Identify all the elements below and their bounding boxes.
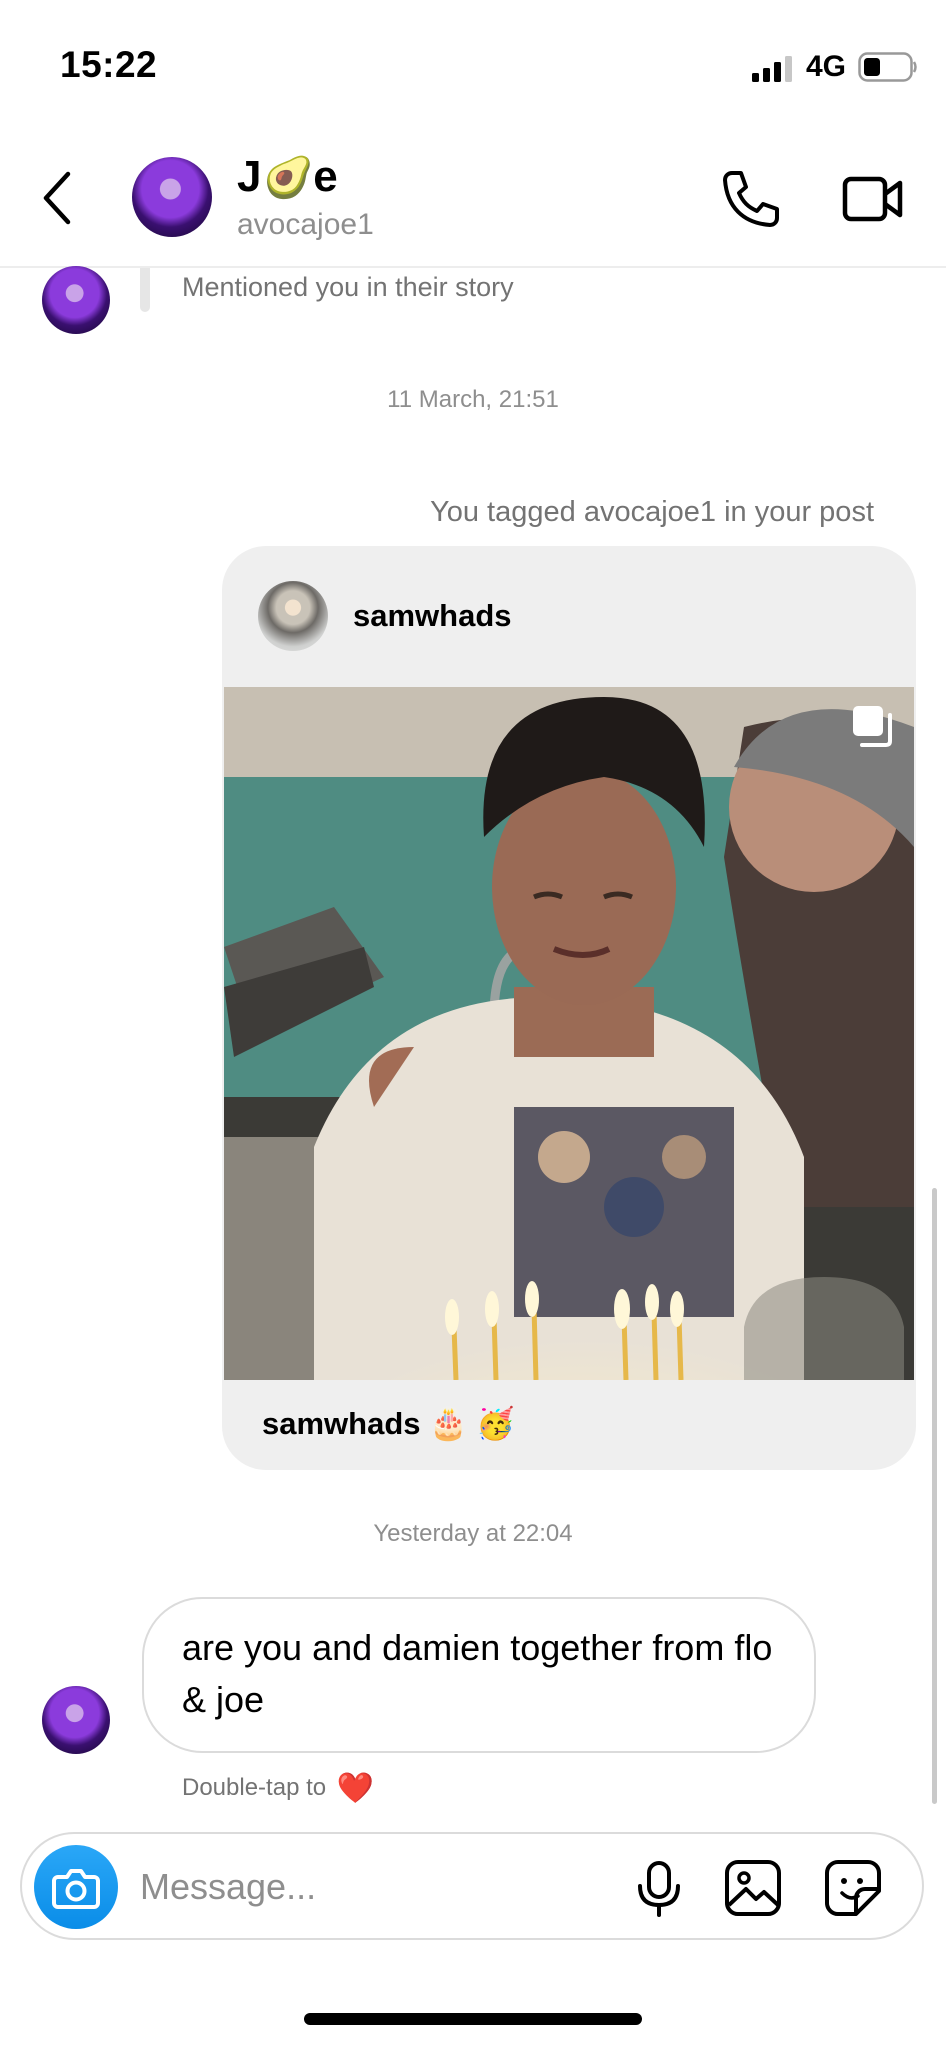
post-caption: samwhads 🎂 🥳	[262, 1405, 515, 1442]
post-author-username[interactable]: samwhads	[353, 598, 512, 634]
scrollbar[interactable]	[932, 1188, 937, 1804]
message-text: are you and damien together from flo & j…	[182, 1627, 773, 1720]
contact-name[interactable]: J🥑e	[237, 152, 340, 202]
camera-icon	[52, 1869, 100, 1909]
contact-name-prefix: J	[237, 152, 264, 201]
post-image[interactable]	[224, 687, 914, 1380]
phone-icon[interactable]	[718, 168, 780, 230]
caption-emojis: 🎂 🥳	[429, 1406, 515, 1441]
network-type: 4G	[806, 50, 847, 83]
microphone-icon[interactable]	[634, 1860, 684, 1918]
tag-notice: You tagged avocajoe1 in your post	[430, 496, 874, 528]
home-indicator[interactable]	[304, 2013, 642, 2025]
video-camera-icon[interactable]	[842, 170, 904, 228]
heart-icon: ❤️	[336, 1772, 375, 1805]
contact-avatar-small[interactable]	[42, 1686, 110, 1754]
birthday-photo-illustration	[224, 687, 914, 1380]
story-preview-edge[interactable]	[140, 268, 150, 312]
message-input[interactable]	[140, 1862, 600, 1912]
story-mention-text: Mentioned you in their story	[182, 272, 514, 302]
contact-name-suffix: e	[313, 152, 340, 201]
double-tap-label: Double-tap to	[182, 1774, 327, 1801]
contact-handle[interactable]: avocajoe1	[237, 208, 374, 242]
sticker-icon[interactable]	[824, 1859, 882, 1917]
camera-button[interactable]	[34, 1845, 118, 1929]
caption-username: samwhads	[262, 1406, 421, 1441]
timestamp: 11 March, 21:51	[387, 386, 559, 413]
timestamp: Yesterday at 22:04	[373, 1520, 573, 1547]
status-time: 15:22	[60, 44, 158, 85]
signal-strength-icon	[752, 56, 792, 82]
post-author-avatar[interactable]	[258, 581, 328, 651]
contact-avatar-small[interactable]	[42, 266, 110, 334]
gallery-icon[interactable]	[724, 1859, 782, 1917]
carousel-icon	[853, 706, 892, 747]
contact-avatar[interactable]	[132, 157, 212, 237]
battery-icon	[858, 52, 917, 82]
back-button[interactable]	[38, 168, 78, 228]
avocado-emoji: 🥑	[263, 156, 314, 200]
double-tap-hint: Double-tap to ❤️	[182, 1768, 374, 1805]
